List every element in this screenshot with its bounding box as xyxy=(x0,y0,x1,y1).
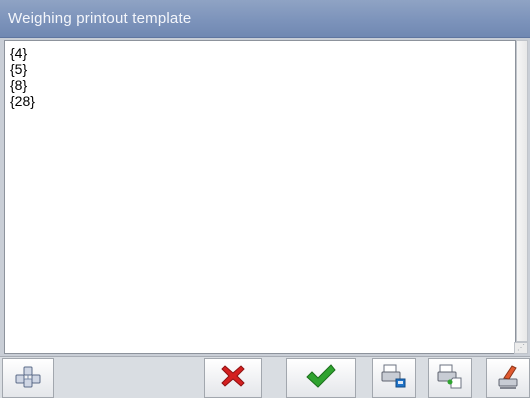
cancel-button[interactable] xyxy=(204,358,262,398)
template-line: {8} xyxy=(10,77,28,93)
clear-template-icon xyxy=(495,362,521,395)
vertical-scrollbar[interactable] xyxy=(516,40,528,342)
template-text-area[interactable]: {4} {5} {8} {28} xyxy=(4,40,516,354)
variables-icon xyxy=(13,362,43,395)
title-bar: Weighing printout template xyxy=(0,0,530,38)
confirm-icon xyxy=(305,363,337,394)
cancel-icon xyxy=(220,363,246,394)
export-template-button[interactable] xyxy=(372,358,416,398)
clear-template-button[interactable] xyxy=(486,358,530,398)
resize-grip-icon[interactable]: ⋰ xyxy=(514,342,528,354)
window-title: Weighing printout template xyxy=(8,10,192,27)
variables-button[interactable] xyxy=(2,358,54,398)
import-template-button[interactable] xyxy=(428,358,472,398)
export-template-icon xyxy=(380,362,408,395)
template-line: {5} xyxy=(10,61,28,77)
confirm-button[interactable] xyxy=(286,358,356,398)
import-template-icon xyxy=(436,362,464,395)
template-line: {4} xyxy=(10,45,28,61)
template-line: {28} xyxy=(10,93,35,109)
template-lines: {4} {5} {8} {28} xyxy=(6,45,35,109)
